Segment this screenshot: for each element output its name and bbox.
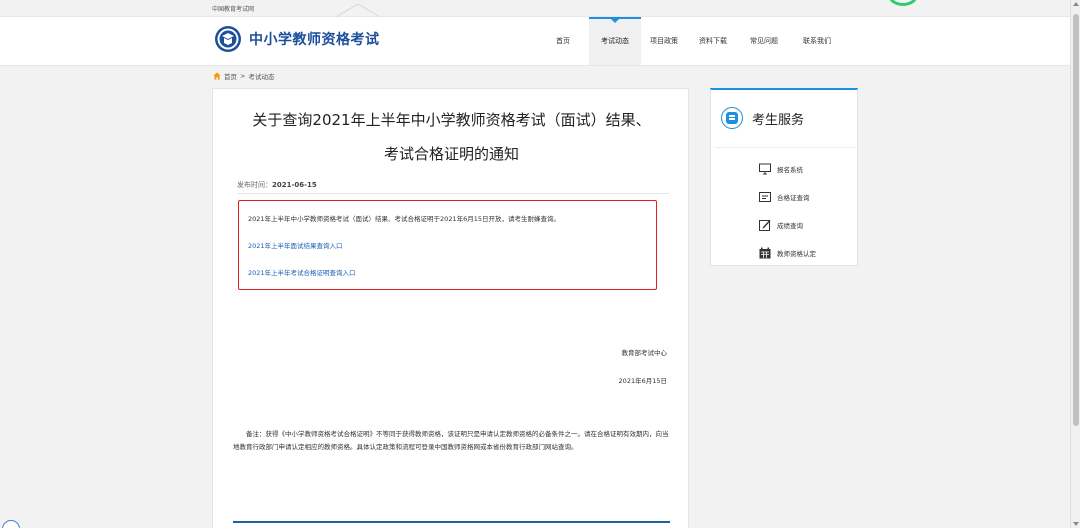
nav-project-policy[interactable]: 项目政策 [643, 17, 685, 65]
nav-exam-news[interactable]: 考试动态 [589, 17, 641, 65]
bottom-divider [233, 521, 670, 523]
site-logo[interactable]: 中小学教师资格考试 [214, 25, 380, 53]
service-item-label: 合格证查询 [777, 194, 810, 202]
service-title: 考生服务 [752, 112, 805, 128]
logo-text: 中小学教师资格考试 [249, 32, 380, 48]
notice-box: 2021年上半年中小学教师资格考试（面试）结果、考试合格证明于2021年6月15… [238, 200, 657, 290]
title-divider [237, 193, 669, 194]
certificate-icon [759, 192, 771, 202]
publish-time-value: 2021-06-15 [272, 181, 317, 189]
article-title-line2: 考试合格证明的通知 [383, 145, 519, 163]
nav-home[interactable]: 首页 [542, 17, 584, 65]
service-item-label: 成绩查询 [777, 222, 803, 230]
interview-result-link[interactable]: 2021年上半年面试结果查询入口 [248, 240, 343, 250]
notice-text: 2021年上半年中小学教师资格考试（面试）结果、考试合格证明于2021年6月15… [248, 215, 560, 223]
service-item-certificate[interactable]: 合格证查询 [759, 191, 810, 203]
decorative-lines [336, 3, 381, 17]
service-item-label: 教师资格认定 [777, 250, 816, 258]
article-title-line1: 关于查询2021年上半年中小学教师资格考试（面试）结果、 [252, 111, 651, 129]
remark-text: 备注：获得《中小学教师资格考试合格证明》不等同于获得教师资格，该证明只是申请认定… [233, 430, 669, 451]
service-icon [721, 107, 743, 129]
top-bar: 中国教育考试网 [0, 0, 1070, 17]
signature-org: 教育部考试中心 [621, 349, 668, 357]
certificate-query-link[interactable]: 2021年上半年考试合格证明查询入口 [248, 267, 356, 277]
page-scrollbar[interactable] [1070, 0, 1080, 528]
service-item-qualification[interactable]: 教师资格认定 [759, 247, 816, 259]
floating-circle-icon[interactable] [2, 520, 20, 528]
service-header: 考生服务 [721, 107, 804, 129]
main-nav: 首页 考试动态 项目政策 资料下载 常见问题 联系我们 [542, 17, 838, 65]
monitor-icon [759, 163, 771, 175]
service-item-label: 报名系统 [777, 166, 803, 174]
site-name[interactable]: 中国教育考试网 [212, 4, 254, 13]
service-item-registration[interactable]: 报名系统 [759, 163, 803, 175]
home-icon [213, 72, 221, 80]
publish-time: 发布时间：2021-06-15 [237, 180, 317, 190]
service-divider [715, 147, 855, 148]
service-item-score[interactable]: 成绩查询 [759, 219, 803, 231]
nav-faq[interactable]: 常见问题 [743, 17, 785, 65]
nav-contact[interactable]: 联系我们 [796, 17, 838, 65]
publish-time-label: 发布时间： [237, 181, 272, 189]
breadcrumb-separator: > [240, 72, 246, 80]
scroll-up-arrow-icon[interactable] [1073, 2, 1079, 6]
edit-icon [759, 220, 771, 231]
breadcrumb-current[interactable]: 考试动态 [248, 71, 274, 81]
breadcrumb: 首页 > 考试动态 [213, 71, 274, 81]
emblem-icon [215, 26, 241, 52]
calendar-icon [759, 247, 771, 259]
green-ring-icon [888, 0, 918, 6]
breadcrumb-home[interactable]: 首页 [224, 71, 237, 81]
scrollbar-thumb[interactable] [1073, 14, 1079, 426]
signature-date: 2021年6月15日 [618, 377, 667, 385]
service-panel: 考生服务 报名系统 合格证查询 成绩查询 教师资格认定 [710, 88, 858, 266]
nav-downloads[interactable]: 资料下载 [692, 17, 734, 65]
scroll-down-arrow-icon[interactable] [1073, 522, 1079, 526]
site-header: 中小学教师资格考试 首页 考试动态 项目政策 资料下载 常见问题 联系我们 [0, 17, 1070, 66]
article-panel: 关于查询2021年上半年中小学教师资格考试（面试）结果、 考试合格证明的通知 发… [212, 88, 689, 528]
